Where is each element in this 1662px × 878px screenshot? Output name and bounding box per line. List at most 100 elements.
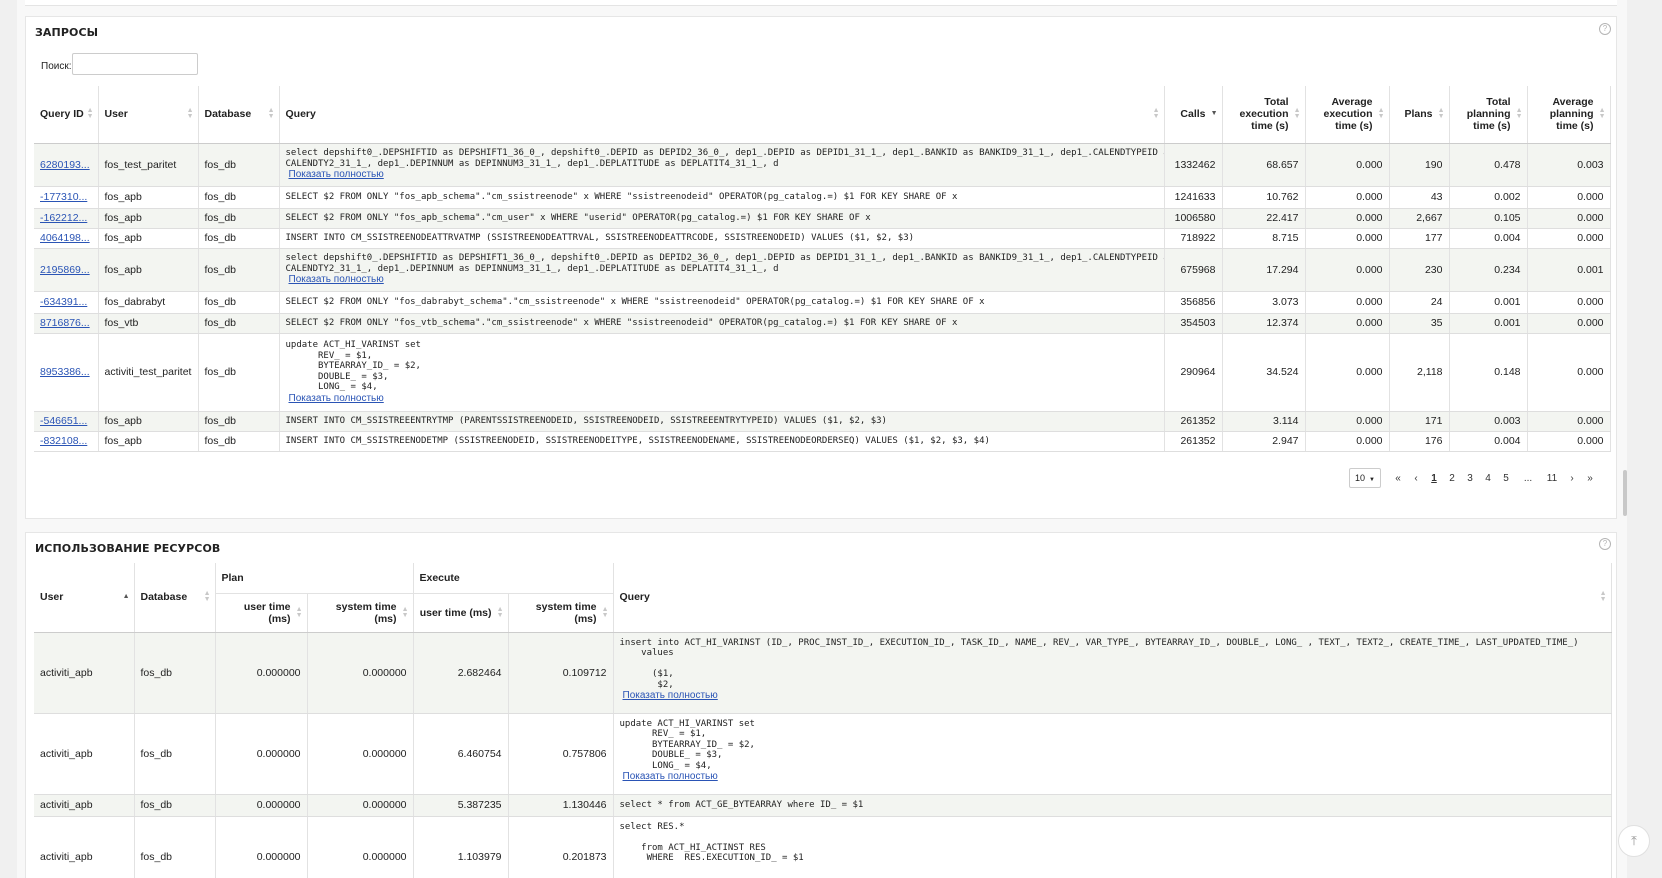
page-scrollbar[interactable] xyxy=(1623,470,1627,516)
col-user[interactable]: User ▲ ▼ xyxy=(98,86,199,144)
page-11-button[interactable]: 11 xyxy=(1541,473,1563,484)
show-full-link[interactable]: Показать полностью xyxy=(623,690,1605,702)
query-id-link[interactable]: 2195869... xyxy=(40,264,90,276)
query-text: select depshift0_.DEPSHIFTID as DEPSHIFT… xyxy=(285,148,1158,169)
page-5-button[interactable]: 5 xyxy=(1497,473,1515,484)
show-full-link[interactable]: Показать полностью xyxy=(289,170,1158,181)
table-row: 8716876... fos_vtb fos_db SELECT $2 FROM ON… xyxy=(34,313,1611,334)
query-text: INSERT INTO CM_SSISTREENODEATTRVATMP (SS… xyxy=(285,232,915,243)
page-4-button[interactable]: 4 xyxy=(1479,473,1497,484)
query-text: INSERT INTO CM_SSISTREENODETMP (SSISTREE… xyxy=(285,435,990,446)
help-icon[interactable]: ? xyxy=(1599,23,1611,35)
query-cell: select depshift0_.DEPSHIFTID as DEPSHIFT… xyxy=(279,248,1165,292)
col-plan-system-time[interactable]: system time (ms) ▲ ▼ xyxy=(307,593,414,633)
sort-icon: ▲ ▼ xyxy=(496,605,504,619)
total-plan-cell: 0.001 xyxy=(1449,291,1528,314)
group-execute: Execute xyxy=(413,563,614,594)
query-cell: select * from ACT_GE_BYTEARRAY where ID_… xyxy=(613,794,1612,817)
col-plan-user-time[interactable]: user time (ms) ▲ ▼ xyxy=(215,593,308,633)
query-text: SELECT $2 FROM ONLY "fos_dabrabyt_schema… xyxy=(285,296,985,307)
col-user[interactable]: User ▲ xyxy=(34,563,135,633)
help-icon[interactable]: ? xyxy=(1599,538,1611,550)
query-id-link[interactable]: -177310... xyxy=(40,191,87,203)
plans-cell: 2,118 xyxy=(1389,333,1450,412)
show-full-link[interactable]: Показать полностью xyxy=(289,275,1158,286)
col-exec-user-time[interactable]: user time (ms) ▲ ▼ xyxy=(413,593,509,633)
table-row: activiti_apb fos_db 0.000000 0.000000 6.4607… xyxy=(34,713,1612,795)
next-page-button[interactable]: › xyxy=(1563,473,1581,484)
avg-exec-cell: 0.000 xyxy=(1305,186,1390,209)
exec-user-cell: 5.387235 xyxy=(413,794,509,817)
table-row: -177310... fos_apb fos_db SELECT $2 FROM ON… xyxy=(34,186,1611,209)
query-id-link[interactable]: -832108... xyxy=(40,435,87,447)
database-cell: fos_db xyxy=(198,313,280,334)
show-full-link[interactable]: Показать полностью xyxy=(623,771,1605,783)
col-average-execution-time-s[interactable]: Average execution time (s) ▲ ▼ xyxy=(1305,86,1390,144)
total-exec-cell: 3.114 xyxy=(1222,411,1306,432)
search-input[interactable] xyxy=(72,53,198,75)
calls-cell: 290964 xyxy=(1164,333,1223,412)
plan-sys-cell: 0.000000 xyxy=(307,794,414,817)
user-cell: fos_apb xyxy=(98,431,199,452)
scroll-to-top-icon[interactable]: ⤒ xyxy=(1618,825,1650,857)
total-exec-cell: 68.657 xyxy=(1222,143,1306,187)
chevron-down-icon: ▼ xyxy=(1369,477,1375,483)
database-cell: fos_db xyxy=(198,431,280,452)
col-exec-system-time[interactable]: system time (ms) ▲ ▼ xyxy=(508,593,614,633)
query-id-link[interactable]: -162212... xyxy=(40,212,87,224)
plan-sys-cell: 0.000000 xyxy=(307,713,414,795)
table-row: 2195869... fos_apb fos_db select depshift0_… xyxy=(34,248,1611,292)
col-total-execution-time-s[interactable]: Total execution time (s) ▲ ▼ xyxy=(1222,86,1306,144)
calls-cell: 1332462 xyxy=(1164,143,1223,187)
user-cell: activiti_apb xyxy=(34,713,135,795)
avg-exec-cell: 0.000 xyxy=(1305,333,1390,412)
page-2-button[interactable]: 2 xyxy=(1443,473,1461,484)
query-id-link[interactable]: 4064198... xyxy=(40,232,90,244)
last-page-button[interactable]: » xyxy=(1581,473,1599,484)
calls-cell: 675968 xyxy=(1164,248,1223,292)
prev-page-button[interactable]: ‹ xyxy=(1407,473,1425,484)
query-id-link[interactable]: 8716876... xyxy=(40,317,90,329)
page-size-select[interactable]: 10 ▼ xyxy=(1349,468,1381,488)
query-id-link[interactable]: -634391... xyxy=(40,296,87,308)
col-database[interactable]: Database ▲ ▼ xyxy=(198,86,280,144)
query-text: update ACT_HI_VARINST set REV_ = $1, BYT… xyxy=(285,340,421,392)
first-page-button[interactable]: « xyxy=(1389,473,1407,484)
page-3-button[interactable]: 3 xyxy=(1461,473,1479,484)
database-cell: fos_db xyxy=(198,186,280,209)
query-id-cell: 4064198... xyxy=(34,228,99,249)
exec-sys-cell: 0.201873 xyxy=(508,816,614,878)
col-plans[interactable]: Plans ▲ ▼ xyxy=(1389,86,1450,144)
user-cell: activiti_apb xyxy=(34,794,135,817)
table-row: 8953386... activiti_test_paritet fos_db upd… xyxy=(34,333,1611,412)
col-query[interactable]: Query ▲ ▼ xyxy=(279,86,1165,144)
avg-plan-cell: 0.000 xyxy=(1527,186,1611,209)
col-query-id[interactable]: Query ID ▲ ▼ xyxy=(34,86,99,144)
page-container: ЗАПРОСЫ ? Поиск: Query ID ▲ ▼ User ▲ ▼ Databas… xyxy=(17,0,1627,878)
total-plan-cell: 0.002 xyxy=(1449,186,1528,209)
exec-sys-cell: 0.757806 xyxy=(508,713,614,795)
col-total-planning-time-s[interactable]: Total planning time (s) ▲ ▼ xyxy=(1449,86,1528,144)
queries-panel-title: ЗАПРОСЫ xyxy=(35,26,99,39)
query-id-link[interactable]: -546651... xyxy=(40,415,87,427)
plans-cell: 176 xyxy=(1389,431,1450,452)
show-full-link[interactable]: Показать полностью xyxy=(289,393,1158,405)
col-average-planning-time-s[interactable]: Average planning time (s) ▲ ▼ xyxy=(1527,86,1611,144)
plans-cell: 35 xyxy=(1389,313,1450,334)
query-cell: SELECT $2 FROM ONLY "fos_apb_schema"."cm… xyxy=(279,208,1165,229)
page-1-button[interactable]: 1 xyxy=(1425,473,1443,484)
query-id-link[interactable]: 6280193... xyxy=(40,159,90,171)
database-cell: fos_db xyxy=(198,248,280,292)
queries-table: Query ID ▲ ▼ User ▲ ▼ Database ▲ ▼ Query ▲ ▼ Calls ▼ T… xyxy=(34,86,1611,452)
query-text: SELECT $2 FROM ONLY "fos_apb_schema"."cm… xyxy=(285,212,871,223)
sort-icon: ▲ ▼ xyxy=(1152,107,1160,121)
col-query[interactable]: Query ▲ ▼ xyxy=(613,563,1612,633)
total-exec-cell: 34.524 xyxy=(1222,333,1306,412)
user-cell: fos_apb xyxy=(98,186,199,209)
total-exec-cell: 17.294 xyxy=(1222,248,1306,292)
avg-exec-cell: 0.000 xyxy=(1305,143,1390,187)
col-calls[interactable]: Calls ▼ xyxy=(1164,86,1223,144)
col-database[interactable]: Database ▲ ▼ xyxy=(134,563,216,633)
query-id-link[interactable]: 8953386... xyxy=(40,366,90,378)
query-cell: select depshift0_.DEPSHIFTID as DEPSHIFT… xyxy=(279,143,1165,187)
